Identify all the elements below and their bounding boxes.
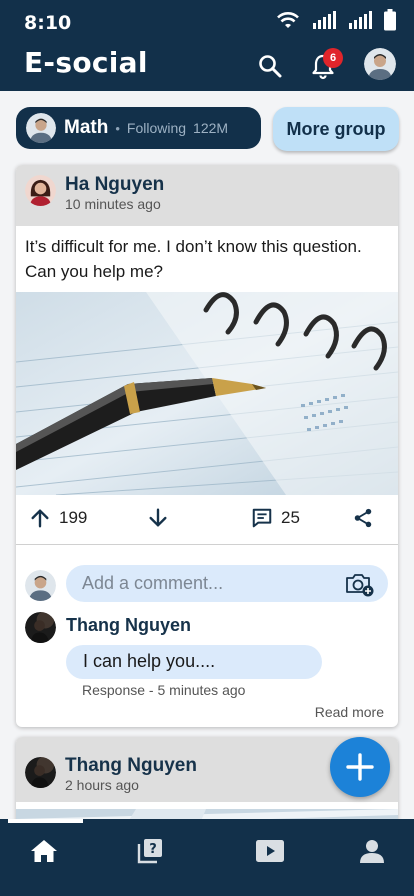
- cellular-signal-icon-2: [349, 11, 372, 29]
- post-card: Ha Nguyen 10 minutes ago It’s difficult …: [16, 165, 398, 727]
- question-icon: ?: [137, 839, 162, 864]
- post-image[interactable]: [16, 292, 398, 495]
- home-icon: [31, 840, 57, 862]
- profile-icon: [360, 840, 384, 863]
- battery-icon: [384, 9, 396, 31]
- notifications-button[interactable]: 6: [307, 48, 343, 82]
- search-icon: [259, 55, 282, 78]
- post-text: It’s difficult for me. I don’t know this…: [25, 237, 362, 281]
- my-avatar: [25, 570, 56, 601]
- video-icon: [256, 840, 284, 862]
- upvote-button[interactable]: 199: [29, 507, 87, 529]
- post-header: Ha Nguyen 10 minutes ago: [16, 165, 398, 226]
- comments-button[interactable]: 25: [251, 507, 300, 529]
- bottom-navigation: ?: [0, 819, 414, 896]
- nav-questions[interactable]: ?: [130, 831, 170, 871]
- group-following-label: Following: [126, 120, 187, 136]
- comment-input[interactable]: [66, 565, 388, 602]
- app-title: E-social: [24, 46, 148, 79]
- group-separator: •: [115, 120, 120, 136]
- post-author-avatar[interactable]: [25, 175, 56, 206]
- comment-author-name[interactable]: Thang Nguyen: [66, 615, 191, 636]
- post2-timestamp: 2 hours ago: [65, 777, 139, 793]
- post-author-name[interactable]: Ha Nguyen: [65, 174, 164, 196]
- more-group-button[interactable]: More group: [273, 107, 399, 151]
- search-button[interactable]: [254, 50, 286, 82]
- app-header: E-social 6: [0, 44, 414, 91]
- post2-author-name[interactable]: Thang Nguyen: [65, 755, 197, 777]
- share-button[interactable]: [352, 507, 374, 529]
- cellular-signal-icon: [313, 11, 336, 29]
- notification-badge: 6: [323, 48, 343, 68]
- group-name: Math: [64, 117, 109, 138]
- arrow-down-icon: [149, 508, 167, 527]
- status-icons: [276, 9, 396, 31]
- plus-icon: [346, 753, 374, 781]
- comment-bubble: I can help you....: [66, 645, 322, 679]
- nav-home[interactable]: [24, 831, 64, 871]
- status-bar: 8:10: [0, 0, 414, 44]
- create-post-button[interactable]: [330, 737, 390, 797]
- svg-text:?: ?: [149, 842, 157, 857]
- post-timestamp: 10 minutes ago: [65, 196, 161, 212]
- comment-icon: [252, 508, 272, 528]
- group-followers-count: 122M: [193, 120, 229, 136]
- commenter-avatar[interactable]: [25, 612, 56, 643]
- wifi-icon: [277, 12, 299, 28]
- upvote-count: 199: [59, 508, 88, 527]
- post-actions: 199 25: [16, 495, 398, 545]
- comment-count: 25: [281, 508, 300, 527]
- post2-author-avatar[interactable]: [25, 757, 56, 788]
- arrow-up-icon: [31, 509, 49, 528]
- group-chip[interactable]: Math • Following 122M: [16, 107, 261, 149]
- comment-meta: Response - 5 minutes ago: [82, 682, 246, 698]
- group-avatar: [26, 113, 56, 143]
- camera-add-icon[interactable]: [344, 571, 374, 597]
- read-more-link[interactable]: Read more: [315, 704, 384, 720]
- nav-videos[interactable]: [250, 831, 290, 871]
- status-time: 8:10: [24, 12, 72, 34]
- profile-avatar-button[interactable]: [364, 48, 396, 80]
- active-tab-indicator: [8, 819, 83, 823]
- downvote-button[interactable]: [147, 507, 169, 529]
- share-icon: [354, 508, 372, 528]
- nav-profile[interactable]: [352, 831, 392, 871]
- avatar: [364, 48, 396, 80]
